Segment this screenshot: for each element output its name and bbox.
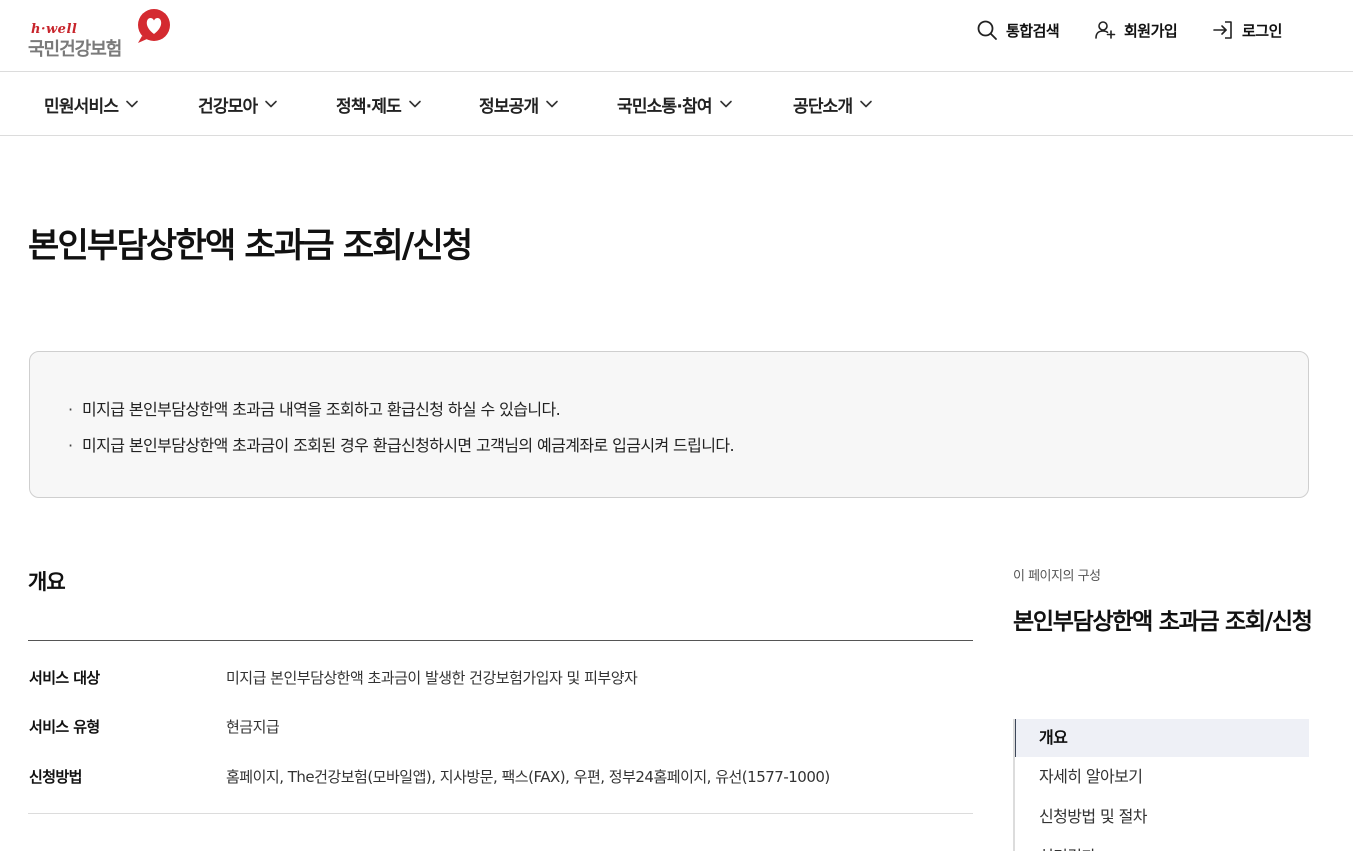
overview-title: 개요 xyxy=(28,570,66,594)
gnb-item-label: 정보공개 xyxy=(479,96,539,117)
notice-line: · 미지급 본인부담상한액 초과금이 조회된 경우 환급신청하시면 고객님의 예금… xyxy=(68,432,735,456)
notice-line: · 미지급 본인부담상한액 초과금 내역을 조회하고 환급신청 하실 수 있습니다… xyxy=(68,396,561,420)
login-icon xyxy=(1213,21,1232,39)
login-link[interactable]: 로그인 xyxy=(1212,18,1282,42)
chevron-down-icon xyxy=(409,100,421,108)
gnb-item-label: 민원서비스 xyxy=(44,96,119,117)
bullet-icon: · xyxy=(68,436,73,455)
row-value-target: 미지급 본인부담상한액 초과금이 발생한 건강보험가입자 및 피부양자 xyxy=(226,669,638,687)
toc-item-result[interactable]: 처리결과 xyxy=(1015,838,1309,851)
chevron-down-icon xyxy=(860,100,873,108)
notice-text: 미지급 본인부담상한액 초과금 내역을 조회하고 환급신청 하실 수 있습니다. xyxy=(82,400,561,419)
gnb-item-information[interactable]: 정보공개 xyxy=(479,92,559,117)
chevron-down-icon xyxy=(265,100,278,108)
toc-item-overview[interactable]: 개요 xyxy=(1015,719,1309,757)
notice-text: 미지급 본인부담상한액 초과금이 조회된 경우 환급신청하시면 고객님의 예금계… xyxy=(82,436,735,455)
toc-caption: 이 페이지의 구성 xyxy=(1013,569,1101,584)
chevron-down-icon xyxy=(719,100,732,108)
table-bottom-divider xyxy=(28,813,973,814)
gnb-item-label: 건강모아 xyxy=(198,96,258,117)
row-value-method: 홈페이지, The건강보험(모바일앱), 지사방문, 팩스(FAX), 우편, … xyxy=(226,768,830,786)
main-navigation: 민원서비스 건강모아 정책·제도 정보공개 국민소통·참여 공단소개 xyxy=(0,72,1353,136)
chevron-down-icon xyxy=(126,100,139,108)
bullet-icon: · xyxy=(68,400,73,419)
row-label-type: 서비스 유형 xyxy=(29,718,100,736)
gnb-item-policy[interactable]: 정책·제도 xyxy=(336,92,422,117)
gnb-item-health-moa[interactable]: 건강모아 xyxy=(198,92,278,117)
integrated-search-link[interactable]: 통합검색 xyxy=(976,18,1060,42)
gnb-item-civil-service[interactable]: 민원서비스 xyxy=(44,92,139,117)
search-icon xyxy=(977,20,997,40)
integrated-search-label: 통합검색 xyxy=(1006,21,1060,40)
heart-logo-icon xyxy=(138,9,170,43)
toc-list: 개요 자세히 알아보기 신청방법 및 절차 처리결과 xyxy=(1013,719,1309,851)
login-label: 로그인 xyxy=(1242,21,1282,40)
toc-title: 본인부담상한액 초과금 조회/신청 xyxy=(1013,609,1313,635)
add-user-icon xyxy=(1095,21,1116,39)
row-label-method: 신청방법 xyxy=(29,768,82,786)
gnb-item-label: 공단소개 xyxy=(793,96,853,117)
site-logo[interactable]: h·well 국민건강보험 xyxy=(28,8,178,60)
page-title: 본인부담상한액 초과금 조회/신청 xyxy=(28,226,473,266)
gnb-item-label: 국민소통·참여 xyxy=(617,96,713,117)
notice-box: · 미지급 본인부담상한액 초과금 내역을 조회하고 환급신청 하실 수 있습니다… xyxy=(29,351,1309,498)
join-link[interactable]: 회원가입 xyxy=(1094,18,1178,42)
gnb-item-communication[interactable]: 국민소통·참여 xyxy=(617,92,733,117)
toc-item-details[interactable]: 자세히 알아보기 xyxy=(1015,758,1309,796)
toc-item-procedure[interactable]: 신청방법 및 절차 xyxy=(1015,798,1309,836)
chevron-down-icon xyxy=(546,100,559,108)
top-bar: h·well 국민건강보험 통합검색 회원가입 로그인 xyxy=(0,0,1353,72)
row-label-target: 서비스 대상 xyxy=(29,669,100,687)
table-top-divider xyxy=(28,640,973,641)
gnb-item-about[interactable]: 공단소개 xyxy=(793,92,873,117)
join-label: 회원가입 xyxy=(1124,21,1178,40)
gnb-item-label: 정책·제도 xyxy=(336,96,402,117)
row-value-type: 현금지급 xyxy=(226,718,280,736)
logo-text: 국민건강보험 xyxy=(28,39,122,60)
